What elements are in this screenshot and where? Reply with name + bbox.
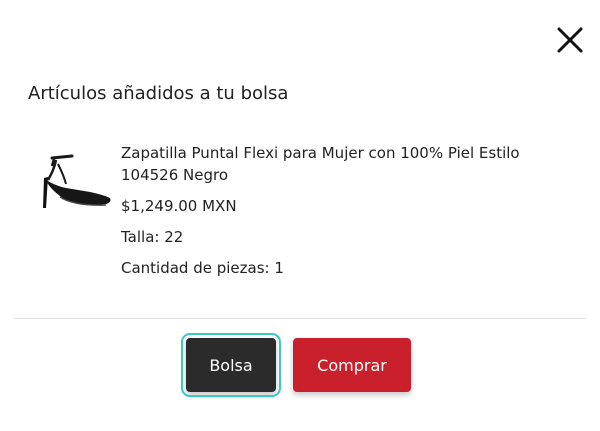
close-button[interactable] (552, 22, 588, 58)
product-price: $1,249.00 MXN (121, 197, 237, 215)
product-image (30, 150, 120, 220)
shoe-icon (43, 154, 111, 208)
buy-button[interactable]: Comprar (293, 338, 411, 392)
product-quantity: Cantidad de piezas: 1 (121, 259, 284, 277)
add-to-bag-modal: Artículos añadidos a tu bolsa Zapatilla … (0, 0, 600, 431)
product-name[interactable]: Zapatilla Puntal Flexi para Mujer con 10… (121, 142, 576, 186)
product-details: Zapatilla Puntal Flexi para Mujer con 10… (121, 142, 576, 289)
divider (14, 318, 586, 319)
bag-button[interactable]: Bolsa (181, 333, 281, 397)
close-icon[interactable] (556, 26, 584, 54)
product-size: Talla: 22 (121, 228, 184, 246)
modal-heading: Artículos añadidos a tu bolsa (28, 83, 289, 104)
